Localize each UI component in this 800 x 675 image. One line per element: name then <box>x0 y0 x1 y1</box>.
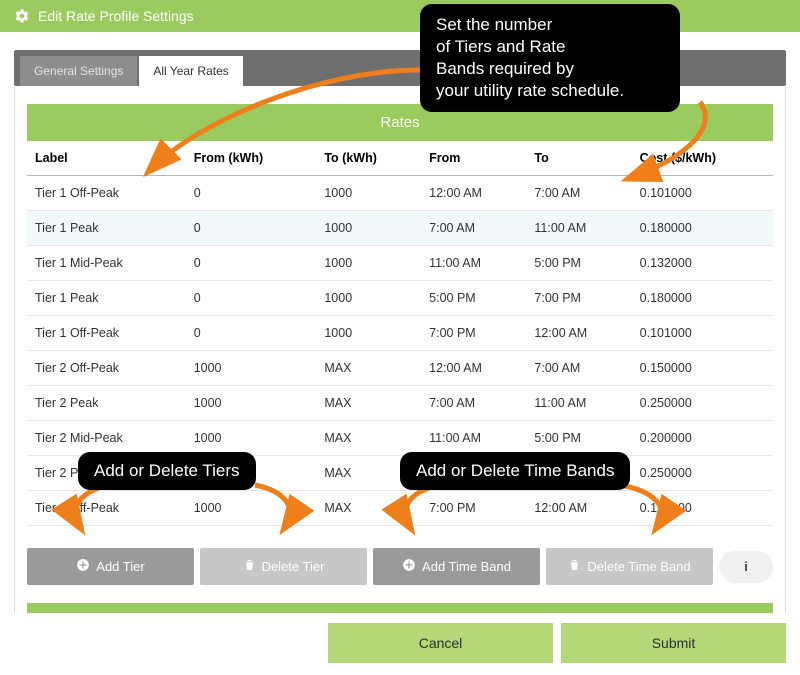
cell-from_time: 5:00 PM <box>421 281 526 316</box>
gear-icon <box>14 8 30 24</box>
col-label: Label <box>27 141 186 176</box>
cell-from_time: 7:00 AM <box>421 211 526 246</box>
cell-to_kwh: 1000 <box>316 246 421 281</box>
table-row[interactable]: Tier 2 Off-Peak1000MAX12:00 AM7:00 AM0.1… <box>27 351 773 386</box>
cell-cost: 0.101000 <box>632 316 773 351</box>
dialog-footer: Cancel Submit <box>0 613 800 675</box>
cell-from_time: 7:00 PM <box>421 491 526 526</box>
delete-tier-label: Delete Tier <box>262 559 325 574</box>
cell-cost: 0.101000 <box>632 176 773 211</box>
cell-cost: 0.250000 <box>632 386 773 421</box>
table-row[interactable]: Tier 1 Peak010005:00 PM7:00 PM0.180000 <box>27 281 773 316</box>
table-row[interactable]: Tier 1 Peak010007:00 AM11:00 AM0.180000 <box>27 211 773 246</box>
title-bar: Edit Rate Profile Settings <box>0 0 800 32</box>
cell-from_kwh: 0 <box>186 211 317 246</box>
annotation-top: Set the number of Tiers and Rate Bands r… <box>420 4 680 112</box>
cell-to_kwh: 1000 <box>316 316 421 351</box>
cell-cost: 0.250000 <box>632 456 773 491</box>
cell-from_time: 11:00 AM <box>421 421 526 456</box>
cell-label: Tier 1 Off-Peak <box>27 316 186 351</box>
add-time-band-label: Add Time Band <box>422 559 511 574</box>
annotation-tiers: Add or Delete Tiers <box>78 452 256 490</box>
cancel-button[interactable]: Cancel <box>328 623 553 663</box>
cell-label: Tier 1 Peak <box>27 211 186 246</box>
delete-time-band-label: Delete Time Band <box>587 559 690 574</box>
add-tier-label: Add Tier <box>96 559 144 574</box>
cell-label: Tier 1 Peak <box>27 281 186 316</box>
cell-from_time: 12:00 AM <box>421 351 526 386</box>
window-title: Edit Rate Profile Settings <box>38 8 194 24</box>
cell-to_kwh: 1000 <box>316 281 421 316</box>
cell-from_time: 11:00 AM <box>421 246 526 281</box>
plus-circle-icon <box>76 558 90 575</box>
cell-from_kwh: 1000 <box>186 351 317 386</box>
cell-from_time: 7:00 AM <box>421 386 526 421</box>
table-row[interactable]: Tier 1 Mid-Peak0100011:00 AM5:00 PM0.132… <box>27 246 773 281</box>
cell-cost: 0.180000 <box>632 211 773 246</box>
cell-to_kwh: 1000 <box>316 211 421 246</box>
cell-from_kwh: 1000 <box>186 386 317 421</box>
add-tier-button[interactable]: Add Tier <box>27 548 194 585</box>
plus-circle-icon <box>402 558 416 575</box>
cell-from_time: 12:00 AM <box>421 176 526 211</box>
content-scroll[interactable]: Rates Label From (kWh) To (kWh) From To … <box>14 86 786 618</box>
cell-label: Tier 1 Mid-Peak <box>27 246 186 281</box>
trash-icon <box>243 558 256 575</box>
submit-button[interactable]: Submit <box>561 623 786 663</box>
cell-to_time: 12:00 AM <box>526 316 631 351</box>
cell-to_time: 11:00 AM <box>526 386 631 421</box>
col-from-time: From <box>421 141 526 176</box>
cell-from_time: 7:00 PM <box>421 316 526 351</box>
cell-cost: 0.150000 <box>632 491 773 526</box>
delete-tier-button[interactable]: Delete Tier <box>200 548 367 585</box>
table-row[interactable]: Tier 2 Mid-Peak1000MAX11:00 AM5:00 PM0.2… <box>27 421 773 456</box>
add-time-band-button[interactable]: Add Time Band <box>373 548 540 585</box>
cell-to_kwh: MAX <box>316 491 421 526</box>
cell-to_time: 7:00 PM <box>526 281 631 316</box>
table-row[interactable]: Tier 2 Peak1000MAX7:00 AM11:00 AM0.25000… <box>27 386 773 421</box>
cell-from_kwh: 0 <box>186 246 317 281</box>
col-from-kwh: From (kWh) <box>186 141 317 176</box>
tab-all-year-rates[interactable]: All Year Rates <box>139 56 242 86</box>
cell-label: Tier 2 Off-Peak <box>27 491 186 526</box>
cell-to_time: 11:00 AM <box>526 211 631 246</box>
cell-from_kwh: 0 <box>186 176 317 211</box>
cell-to_time: 12:00 AM <box>526 491 631 526</box>
table-header-row: Label From (kWh) To (kWh) From To Cost (… <box>27 141 773 176</box>
cell-cost: 0.200000 <box>632 421 773 456</box>
cell-to_time: 5:00 PM <box>526 421 631 456</box>
cell-from_kwh: 0 <box>186 316 317 351</box>
col-to-kwh: To (kWh) <box>316 141 421 176</box>
cell-from_kwh: 1000 <box>186 491 317 526</box>
cell-label: Tier 2 Mid-Peak <box>27 421 186 456</box>
cell-to_kwh: MAX <box>316 421 421 456</box>
cell-label: Tier 2 Peak <box>27 386 186 421</box>
cell-to_time: 7:00 AM <box>526 351 631 386</box>
cell-from_kwh: 0 <box>186 281 317 316</box>
trash-icon <box>568 558 581 575</box>
table-row[interactable]: Tier 2 Off-Peak1000MAX7:00 PM12:00 AM0.1… <box>27 491 773 526</box>
cell-to_time: 5:00 PM <box>526 246 631 281</box>
cell-to_kwh: 1000 <box>316 176 421 211</box>
cell-label: Tier 2 Off-Peak <box>27 351 186 386</box>
cell-cost: 0.180000 <box>632 281 773 316</box>
info-icon: i <box>744 559 748 574</box>
cell-to_kwh: MAX <box>316 351 421 386</box>
tab-general-settings[interactable]: General Settings <box>20 56 137 86</box>
cell-from_kwh: 1000 <box>186 421 317 456</box>
delete-time-band-button[interactable]: Delete Time Band <box>546 548 713 585</box>
cell-label: Tier 1 Off-Peak <box>27 176 186 211</box>
cell-to_kwh: MAX <box>316 386 421 421</box>
table-row[interactable]: Tier 1 Off-Peak010007:00 PM12:00 AM0.101… <box>27 316 773 351</box>
cell-to_time: 7:00 AM <box>526 176 631 211</box>
action-row: Add Tier Delete Tier Add Time Band <box>27 548 773 585</box>
col-cost: Cost ($/kWh) <box>632 141 773 176</box>
annotation-bands: Add or Delete Time Bands <box>400 452 630 490</box>
cell-cost: 0.150000 <box>632 351 773 386</box>
info-button[interactable]: i <box>719 551 773 583</box>
cell-cost: 0.132000 <box>632 246 773 281</box>
table-row[interactable]: Tier 1 Off-Peak0100012:00 AM7:00 AM0.101… <box>27 176 773 211</box>
col-to-time: To <box>526 141 631 176</box>
